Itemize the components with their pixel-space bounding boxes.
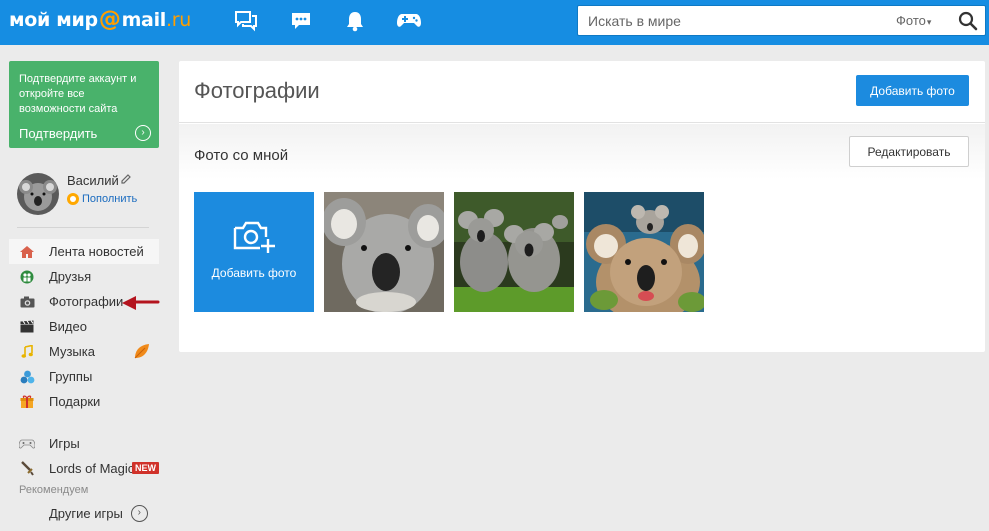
add-tile-label: Добавить фото [211,266,297,280]
add-camera-icon [232,219,278,258]
site-logo[interactable]: мой мир @ mail .ru [9,7,191,35]
clapper-icon [19,319,35,335]
divider [17,227,149,228]
topup-link[interactable]: Пополнить [67,193,137,205]
logo-ru: .ru [166,9,192,31]
other-games-link[interactable]: Другие игры › [9,499,159,527]
caret-down-icon: ▾ [926,17,932,27]
search-input[interactable] [588,12,878,30]
logo-mail: mail [121,9,167,31]
arrow-right-circle-icon: › [130,504,148,522]
red-pointer-arrow-icon [120,293,160,316]
sidebar-item-friends[interactable]: Друзья [9,264,159,289]
search-icon[interactable] [957,10,979,32]
sidebar-item-feed[interactable]: Лента новостей [9,239,159,264]
photos-card: Фотографии Добавить фото Фото со мной Ре… [179,61,985,352]
sidebar-item-video[interactable]: Видео [9,314,159,339]
note-icon [19,344,35,360]
other-games-label: Другие игры [49,505,123,521]
bell-icon[interactable] [342,8,368,34]
sword-icon [19,461,35,477]
friends-icon [19,269,35,285]
pencil-icon[interactable] [121,174,131,188]
sidebar-item-gifts[interactable]: Подарки [9,389,159,414]
confirm-label: Подтвердить [19,125,98,141]
new-badge: NEW [132,462,159,474]
menu-gap [9,414,159,431]
messages-icon[interactable] [288,8,314,34]
chat-icon[interactable] [233,8,259,34]
search-scope-dropdown[interactable]: Фото▾ [896,13,931,28]
logo-main: мой мир [9,9,98,31]
card-header: Фотографии Добавить фото [179,61,985,123]
top-bar: мой мир @ mail .ru Фото▾ [0,0,989,45]
sidebar-item-lords-of-magic[interactable]: Lords of Magic NEW [9,456,159,481]
sidebar-item-label: Фотографии [49,294,124,309]
search-box: Фото▾ [577,5,986,36]
sidebar-item-label: Lords of Magic [49,461,135,476]
sidebar-item-games[interactable]: Игры [9,431,159,456]
add-photo-tile[interactable]: Добавить фото [194,192,314,312]
recommend-label: Рекомендуем [19,484,89,496]
section-title: Фото со мной [194,147,289,164]
sidebar-item-label: Музыка [49,344,95,359]
camera-icon [19,294,35,310]
confirm-button[interactable]: Подтвердить › [19,124,151,142]
profile-block: Василий Пополнить [17,172,162,217]
search-scope-label: Фото [896,13,926,28]
sidebar-item-music[interactable]: Музыка [9,339,159,364]
add-photo-button[interactable]: Добавить фото [856,75,969,106]
arrow-right-circle-icon: › [135,125,151,141]
edit-button[interactable]: Редактировать [849,136,969,167]
sidebar-item-label: Друзья [49,269,92,284]
gamepad-icon[interactable] [396,8,422,34]
logo-at: @ [98,7,121,32]
sidebar-item-label: Видео [49,319,87,334]
promo-text: Подтвердите аккаунт и откройте все возмо… [19,73,137,115]
gift-icon [19,394,35,410]
sidebar-item-label: Лента новостей [49,244,144,259]
confirm-account-promo: Подтвердите аккаунт и откройте все возмо… [9,61,159,148]
user-name[interactable]: Василий [67,173,119,188]
joystick-icon [19,436,35,452]
coin-icon [67,193,79,205]
photo-thumbnail[interactable] [454,192,574,312]
house-icon [19,244,35,260]
photo-thumbnail[interactable] [584,192,704,312]
sidebar-item-label: Игры [49,436,80,451]
photo-thumbnail[interactable] [324,192,444,312]
sidebar-menu: Лента новостей Друзья Фотографии Видео М… [9,239,159,527]
sidebar-item-groups[interactable]: Группы [9,364,159,389]
sidebar-item-label: Подарки [49,394,101,409]
avatar[interactable] [17,173,59,215]
sidebar-item-label: Группы [49,369,93,384]
page-title: Фотографии [194,78,320,103]
leaf-icon [133,343,150,363]
groups-icon [19,369,35,385]
topup-label: Пополнить [82,193,138,205]
